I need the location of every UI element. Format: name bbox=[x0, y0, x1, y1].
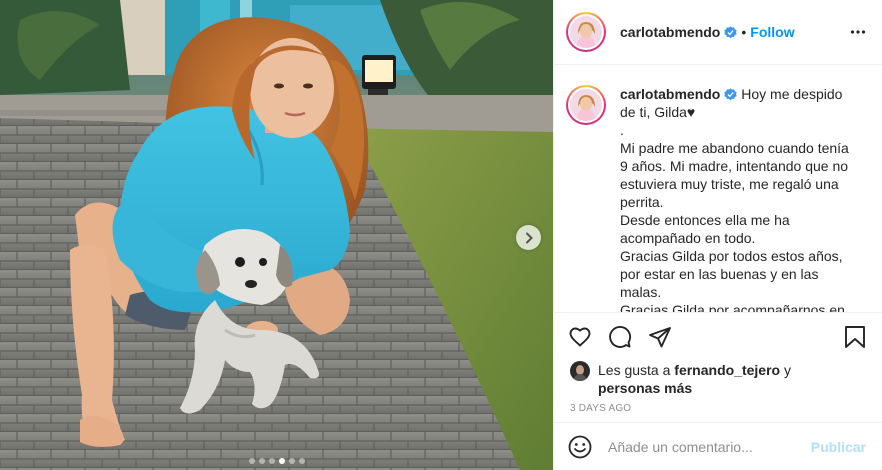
chevron-right-icon bbox=[525, 232, 533, 243]
comment-button[interactable] bbox=[608, 317, 648, 357]
separator-dot: • bbox=[741, 24, 747, 40]
avatar-image bbox=[570, 361, 590, 381]
avatar-image bbox=[570, 16, 602, 48]
caption-username-link[interactable]: carlotabmendo bbox=[620, 86, 720, 102]
carousel-indicator bbox=[0, 458, 553, 464]
caption-line: Gracias Gilda por acompañarnos en bbox=[620, 302, 845, 312]
post-header: carlotabmendo • Follow bbox=[554, 0, 882, 65]
caption-text: carlotabmendo Hoy me despido de ti, Gild… bbox=[620, 85, 850, 312]
caption-line: Mi padre me abandono cuando tenía 9 años… bbox=[620, 140, 849, 210]
avatar[interactable] bbox=[570, 89, 602, 121]
instagram-post: carlotabmendo • Follow carlotabmendo Hoy… bbox=[0, 0, 882, 470]
next-slide-button[interactable] bbox=[516, 225, 541, 250]
likes-prefix: Les gusta a bbox=[598, 362, 675, 378]
caption-line: Gracias Gilda por todos estos años, por … bbox=[620, 248, 843, 300]
paper-plane-icon bbox=[649, 327, 671, 348]
post-time-ago[interactable]: 3 DAYS AGO bbox=[554, 397, 882, 414]
caption: carlotabmendo Hoy me despido de ti, Gild… bbox=[566, 85, 866, 312]
comment-input[interactable] bbox=[608, 438, 811, 455]
comment-bubble-icon bbox=[609, 326, 632, 348]
comments-area[interactable]: carlotabmendo Hoy me despido de ti, Gild… bbox=[554, 66, 882, 312]
heart-icon bbox=[569, 327, 591, 347]
carousel-dot bbox=[298, 458, 305, 464]
username-link[interactable]: carlotabmendo bbox=[620, 24, 720, 40]
carousel-dot bbox=[248, 458, 255, 464]
caption-line: Desde entonces ella me ha acompañado en … bbox=[620, 212, 790, 246]
likes-middle: y bbox=[780, 362, 791, 378]
story-ring[interactable] bbox=[566, 85, 606, 125]
smiley-icon[interactable] bbox=[568, 435, 592, 459]
action-bar bbox=[554, 313, 882, 361]
likes-text: Les gusta a fernando_tejero y personas m… bbox=[598, 361, 791, 397]
follow-button[interactable]: Follow bbox=[750, 24, 794, 40]
caption-body: . Mi padre me abandono cuando tenía 9 añ… bbox=[620, 121, 850, 312]
carousel-dot-active bbox=[278, 458, 285, 464]
likes-summary: Les gusta a fernando_tejero y personas m… bbox=[554, 361, 882, 397]
add-comment-bar: Publicar bbox=[554, 422, 882, 470]
likes-others-link[interactable]: personas más bbox=[598, 380, 692, 396]
liker-avatar[interactable] bbox=[570, 361, 590, 381]
verified-badge-icon bbox=[724, 88, 738, 101]
save-button[interactable] bbox=[826, 317, 866, 357]
post-footer: Les gusta a fernando_tejero y personas m… bbox=[554, 312, 882, 414]
photo-scene bbox=[0, 0, 553, 470]
avatar-image bbox=[570, 89, 602, 121]
like-button[interactable] bbox=[568, 317, 608, 357]
carousel-dot bbox=[268, 458, 275, 464]
caption-line: . bbox=[620, 122, 624, 138]
bookmark-icon bbox=[845, 326, 865, 348]
post-photo[interactable] bbox=[0, 0, 553, 470]
share-button[interactable] bbox=[648, 317, 688, 357]
carousel-dot bbox=[288, 458, 295, 464]
post-side-panel: carlotabmendo • Follow carlotabmendo Hoy… bbox=[553, 0, 882, 470]
story-ring[interactable] bbox=[566, 12, 606, 52]
verified-badge-icon bbox=[724, 25, 738, 38]
more-horizontal-icon[interactable] bbox=[850, 24, 866, 40]
liker-username-link[interactable]: fernando_tejero bbox=[674, 362, 780, 378]
publish-button[interactable]: Publicar bbox=[811, 439, 866, 455]
avatar[interactable] bbox=[570, 16, 602, 48]
carousel-dot bbox=[258, 458, 265, 464]
